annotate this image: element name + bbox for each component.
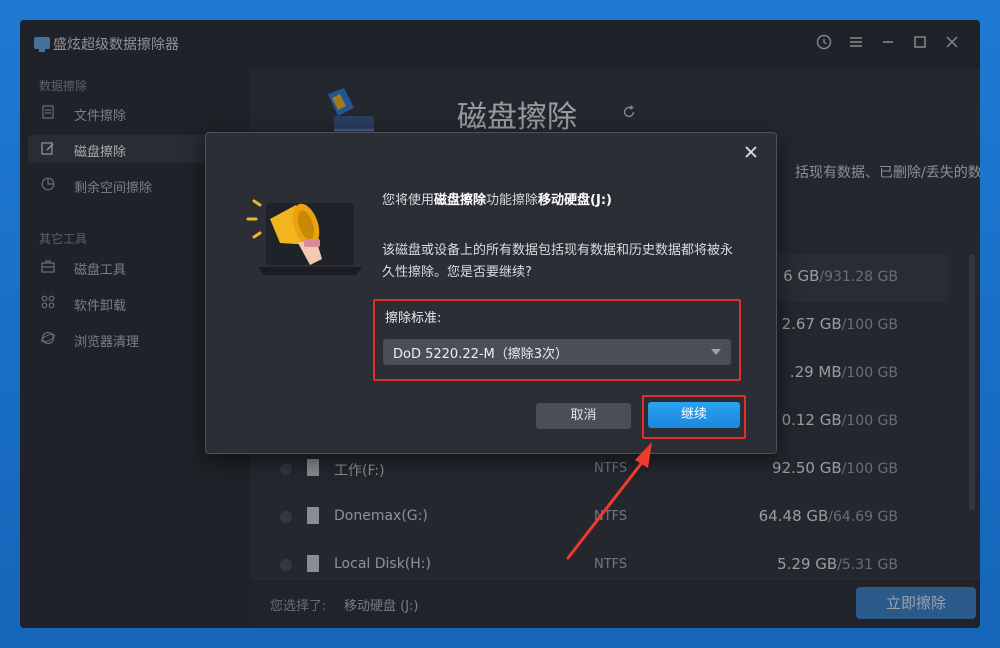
dialog-message-line: 您将使用磁盘擦除功能擦除移动硬盘(J:) bbox=[382, 193, 612, 208]
close-icon[interactable] bbox=[744, 140, 758, 164]
dialog-warning: 该磁盘或设备上的所有数据包括现有数据和历史数据都将被永久性擦除。您是否要继续? bbox=[382, 243, 734, 280]
erase-standard-label: 擦除标准: bbox=[385, 311, 442, 326]
chevron-down-icon bbox=[711, 349, 721, 355]
erase-standard-group: 擦除标准: DoD 5220.22-M（擦除3次） bbox=[373, 299, 741, 381]
megaphone-icon bbox=[236, 175, 366, 285]
cancel-button[interactable]: 取消 bbox=[536, 403, 631, 429]
confirm-dialog: 您将使用磁盘擦除功能擦除移动硬盘(J:) 该磁盘或设备上的所有数据包括现有数据和… bbox=[205, 132, 777, 454]
erase-standard-select[interactable]: DoD 5220.22-M（擦除3次） bbox=[383, 339, 731, 365]
continue-button[interactable]: 继续 bbox=[648, 402, 740, 428]
erase-standard-value: DoD 5220.22-M（擦除3次） bbox=[393, 347, 569, 362]
pointer-arrow-icon bbox=[566, 442, 652, 560]
